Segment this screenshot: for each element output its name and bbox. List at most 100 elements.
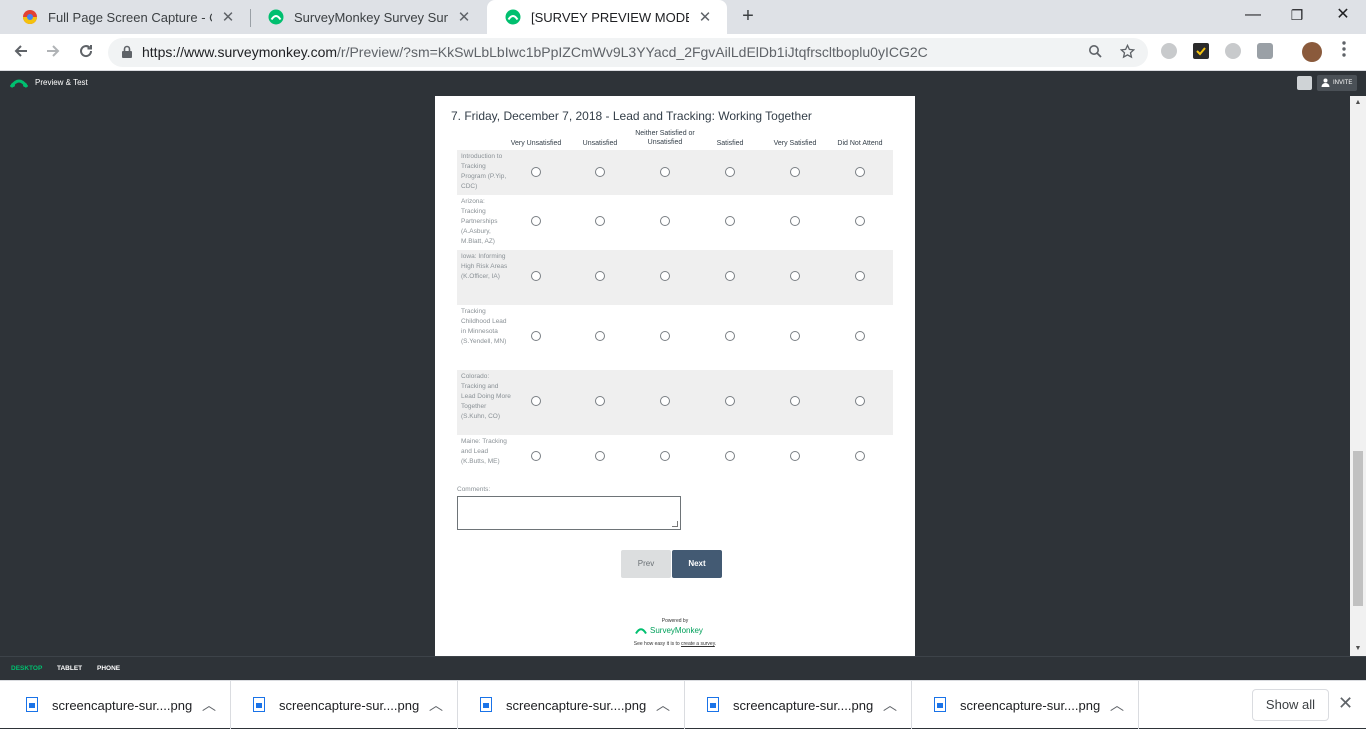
page-scrollbar[interactable]: ▲ ▼ (1350, 96, 1366, 656)
surveymonkey-brand[interactable]: SurveyMonkey (635, 626, 703, 635)
radio-very-satisfied[interactable] (790, 216, 800, 226)
radio-very-unsatisfied[interactable] (531, 167, 541, 177)
create-survey-link[interactable]: create a survey (681, 641, 715, 647)
chevron-up-icon[interactable]: ︿ (1110, 695, 1124, 715)
radio-unsatisfied[interactable] (595, 271, 605, 281)
invite-label: INVITE (1333, 80, 1353, 86)
radio-unsatisfied[interactable] (595, 167, 605, 177)
device-phone-tab[interactable]: PHONE (97, 665, 120, 672)
close-icon[interactable]: ✕ (456, 8, 472, 26)
profile-avatar[interactable] (1302, 42, 1322, 62)
download-item[interactable]: screencapture-sur....png ︿ (231, 681, 458, 729)
minimize-button[interactable]: — (1230, 0, 1276, 30)
browser-menu-icon[interactable] (1331, 40, 1357, 66)
extension-check-icon[interactable] (1193, 43, 1209, 59)
radio-did-not-attend[interactable] (855, 331, 865, 341)
scroll-down-icon[interactable]: ▼ (1350, 642, 1366, 656)
show-all-button[interactable]: Show all (1252, 689, 1329, 721)
survey-page: 7. Friday, December 7, 2018 - Lead and T… (435, 96, 915, 656)
download-item[interactable]: screencapture-sur....png ︿ (458, 681, 685, 729)
comments-textarea[interactable] (457, 496, 681, 530)
download-item[interactable]: screencapture-sur....png ︿ (685, 681, 912, 729)
chevron-up-icon[interactable]: ︿ (656, 695, 670, 715)
radio-very-satisfied[interactable] (790, 167, 800, 177)
radio-unsatisfied[interactable] (595, 216, 605, 226)
radio-very-satisfied[interactable] (790, 451, 800, 461)
new-tab-button[interactable]: + (737, 5, 759, 27)
scrollbar-thumb[interactable] (1353, 451, 1363, 606)
extension-circle-icon[interactable] (1225, 43, 1241, 59)
radio-did-not-attend[interactable] (855, 271, 865, 281)
preview-test-label[interactable]: Preview & Test (35, 78, 88, 87)
camera-icon[interactable] (1257, 43, 1273, 59)
radio-satisfied[interactable] (725, 216, 735, 226)
radio-did-not-attend[interactable] (855, 396, 865, 406)
device-desktop-tab[interactable]: DESKTOP (11, 665, 42, 672)
chevron-up-icon[interactable]: ︿ (202, 695, 216, 715)
device-tablet-tab[interactable]: TABLET (57, 665, 82, 672)
image-file-icon (934, 697, 946, 712)
radio-very-satisfied[interactable] (790, 396, 800, 406)
tab-title: [SURVEY PREVIEW MODE] 2018 C (531, 9, 689, 25)
radio-very-unsatisfied[interactable] (531, 451, 541, 461)
radio-satisfied[interactable] (725, 271, 735, 281)
prev-button[interactable]: Prev (621, 550, 671, 578)
radio-very-satisfied[interactable] (790, 271, 800, 281)
radio-did-not-attend[interactable] (855, 216, 865, 226)
chevron-up-icon[interactable]: ︿ (883, 695, 897, 715)
next-button[interactable]: Next (672, 550, 722, 578)
close-icon[interactable]: ✕ (220, 8, 236, 26)
radio-unsatisfied[interactable] (595, 396, 605, 406)
chevron-up-icon[interactable]: ︿ (429, 695, 443, 715)
radio-neither[interactable] (660, 167, 670, 177)
tab-survey-preview[interactable]: [SURVEY PREVIEW MODE] 2018 C ✕ (487, 0, 727, 34)
radio-unsatisfied[interactable] (595, 451, 605, 461)
back-button[interactable] (8, 40, 34, 66)
reload-icon (80, 45, 93, 58)
radio-neither[interactable] (660, 331, 670, 341)
url-path: /r/Preview/?sm=KkSwLbLbIwc1bPpIZCmWv9L3Y… (337, 44, 928, 60)
radio-satisfied[interactable] (725, 396, 735, 406)
close-icon[interactable]: ✕ (697, 8, 713, 26)
downloads-shelf: screencapture-sur....png ︿ screencapture… (0, 680, 1366, 729)
radio-satisfied[interactable] (725, 331, 735, 341)
column-header: Very Unsatisfied (510, 140, 562, 147)
download-item[interactable]: screencapture-sur....png ︿ (4, 681, 231, 729)
radio-very-unsatisfied[interactable] (531, 271, 541, 281)
radio-very-satisfied[interactable] (790, 331, 800, 341)
surveymonkey-logo-icon[interactable] (10, 78, 28, 88)
restore-button[interactable]: ❐ (1274, 0, 1320, 30)
close-icon[interactable]: ✕ (1338, 693, 1353, 714)
radio-neither[interactable] (660, 216, 670, 226)
download-filename: screencapture-sur....png (506, 698, 647, 713)
radio-did-not-attend[interactable] (855, 167, 865, 177)
radio-neither[interactable] (660, 271, 670, 281)
row-label: Colorado: Tracking and Lead Doing More T… (461, 373, 511, 420)
radio-satisfied[interactable] (725, 167, 735, 177)
zoom-icon[interactable] (1086, 44, 1104, 62)
forward-button[interactable] (40, 40, 66, 66)
comment-icon[interactable] (1297, 76, 1312, 90)
radio-very-unsatisfied[interactable] (531, 396, 541, 406)
radio-very-unsatisfied[interactable] (531, 216, 541, 226)
radio-unsatisfied[interactable] (595, 331, 605, 341)
download-item[interactable]: screencapture-sur....png ︿ (912, 681, 1139, 729)
image-file-icon (253, 697, 265, 712)
radio-did-not-attend[interactable] (855, 451, 865, 461)
address-bar[interactable]: https://www.surveymonkey.com/r/Preview/?… (108, 38, 1148, 67)
bookmark-star-icon[interactable] (1118, 43, 1136, 62)
resize-grip-icon[interactable] (672, 521, 678, 527)
radio-neither[interactable] (660, 396, 670, 406)
invite-button[interactable]: INVITE (1317, 75, 1357, 91)
reload-button[interactable] (73, 40, 99, 66)
radio-satisfied[interactable] (725, 451, 735, 461)
radio-very-unsatisfied[interactable] (531, 331, 541, 341)
surveymonkey-icon (505, 9, 521, 25)
tab-survey-summary[interactable]: SurveyMonkey Survey Summary ✕ (250, 0, 486, 34)
device-bar: DESKTOP TABLET PHONE (0, 656, 1366, 680)
scroll-up-icon[interactable]: ▲ (1350, 96, 1366, 110)
window-close-button[interactable]: ✕ (1320, 0, 1366, 30)
radio-neither[interactable] (660, 451, 670, 461)
tab-screen-capture[interactable]: Full Page Screen Capture - Chron ✕ (4, 0, 250, 34)
extension-u-icon[interactable] (1161, 43, 1177, 59)
